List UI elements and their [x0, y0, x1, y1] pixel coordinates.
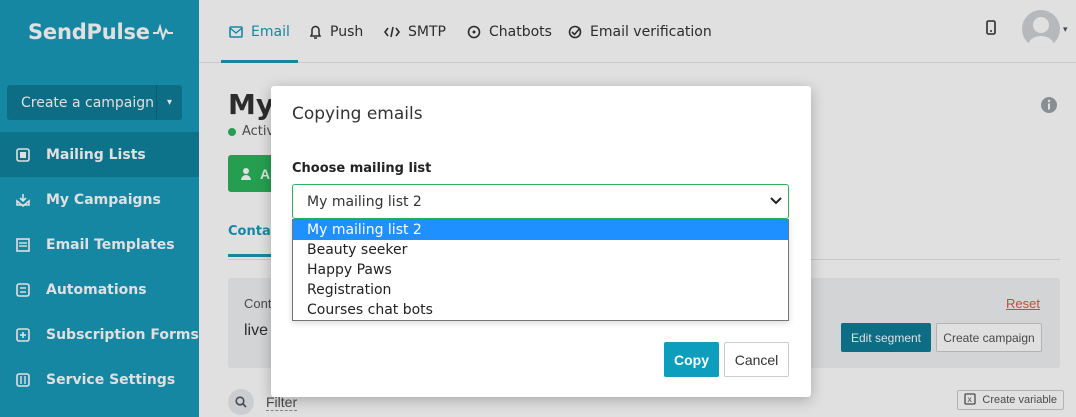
copy-emails-modal: Copying emails Choose mailing list My ma… [271, 86, 811, 397]
dropdown-option[interactable]: Beauty seeker [293, 240, 788, 260]
cancel-button[interactable]: Cancel [724, 342, 789, 377]
dropdown-option[interactable]: Courses chat bots [293, 300, 788, 320]
modal-title: Copying emails [292, 104, 423, 124]
dropdown-option[interactable]: Registration [293, 280, 788, 300]
select-value: My mailing list 2 [307, 193, 422, 210]
copy-button[interactable]: Copy [664, 342, 719, 377]
dropdown-option[interactable]: My mailing list 2 [293, 220, 788, 240]
mailing-list-select[interactable]: My mailing list 2 [292, 184, 789, 219]
mailing-list-dropdown: My mailing list 2 Beauty seeker Happy Pa… [292, 219, 789, 321]
dropdown-option[interactable]: Happy Paws [293, 260, 788, 280]
mailing-list-label: Choose mailing list [292, 161, 432, 176]
chevron-down-icon [770, 197, 782, 205]
